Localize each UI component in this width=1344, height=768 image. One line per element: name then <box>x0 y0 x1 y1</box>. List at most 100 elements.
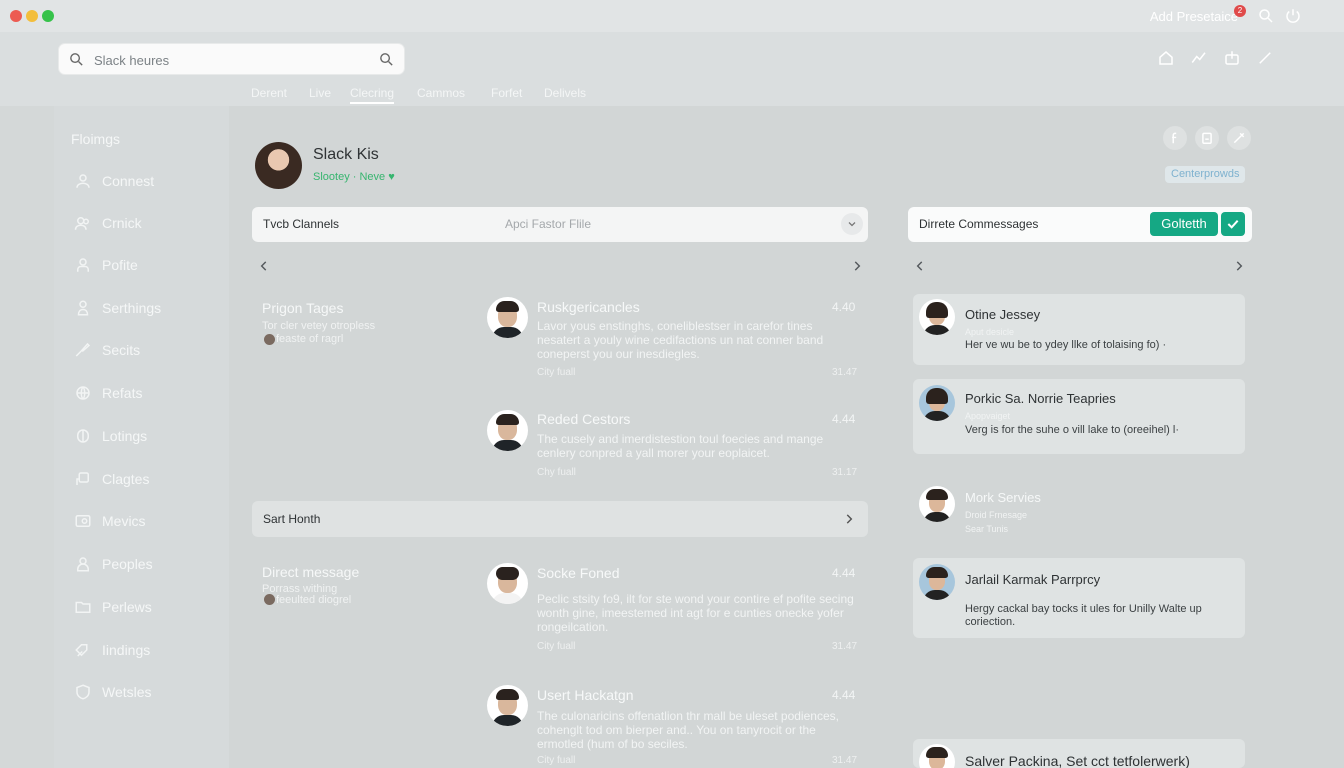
avatar[interactable] <box>487 685 528 726</box>
power-icon[interactable] <box>1284 7 1302 25</box>
search-submit-icon[interactable] <box>378 51 395 68</box>
direct-messages-title: Dirrete Commessages <box>919 217 1039 231</box>
sidebar-item-label: Wetsles <box>102 684 152 700</box>
tab-derent[interactable]: Derent <box>251 86 287 100</box>
sidebar-item-crnick[interactable]: Crnick <box>72 212 222 234</box>
folder-icon <box>74 598 92 616</box>
avatar[interactable] <box>487 563 528 604</box>
profile-status: Slootey · Neve ♥ <box>313 171 395 183</box>
chevron-down-icon[interactable] <box>841 213 863 235</box>
message-time: 4.44 <box>832 412 856 426</box>
message-author[interactable]: Reded Cestors <box>537 411 630 427</box>
sidebar-item-label: Crnick <box>102 215 142 231</box>
dm-name: Salver Packina, Set cct tetfolerwerk) <box>965 753 1190 768</box>
dm-card[interactable]: Porkic Sa. Norrie Teapries Apopvaiget Ve… <box>913 379 1245 454</box>
sidebar-item-label: Iindings <box>102 642 151 658</box>
message-meta: City fuall <box>537 641 576 652</box>
message-author[interactable]: Socke Foned <box>537 565 620 581</box>
sidebar-item-label: Connest <box>102 173 155 189</box>
tab-live[interactable]: Live <box>309 86 331 100</box>
tab-clecring[interactable]: Clecring <box>350 86 395 104</box>
profile-tag[interactable]: Centerprowds <box>1165 166 1246 183</box>
dm-card[interactable]: Salver Packina, Set cct tetfolerwerk) <box>913 739 1245 768</box>
add-presence-link[interactable]: Add Presetaice <box>1150 9 1238 24</box>
shield-icon <box>74 683 92 701</box>
heart-icon: ♥ <box>388 171 395 183</box>
sidebar-item-label: Clagtes <box>102 471 150 487</box>
message-time: 4.44 <box>832 688 856 702</box>
sidebar-item-label: Mevics <box>102 513 146 529</box>
dm-preview: Sear Tunis <box>965 524 1009 534</box>
message-meta: City fuall <box>537 755 576 766</box>
search-input[interactable] <box>94 50 364 70</box>
chevron-right-icon[interactable] <box>842 512 856 526</box>
activity-icon[interactable] <box>1190 49 1208 67</box>
dm-card[interactable]: Mork Servies Droid Frnesage Sear Tunis <box>913 480 1245 542</box>
profile-avatar[interactable] <box>255 142 302 189</box>
clipboard-icon[interactable] <box>1195 126 1219 150</box>
tools-icon[interactable] <box>1227 126 1251 150</box>
edit-icon[interactable] <box>1256 49 1274 67</box>
avatar <box>919 385 955 421</box>
search-icon[interactable] <box>1257 7 1275 25</box>
dm-card[interactable]: Otine Jessey Aput desicle Her ve wu be t… <box>913 294 1245 365</box>
sidebar-item-label: Serthings <box>102 300 162 316</box>
message-body: Lavor yous enstinghs, coneliblestser in … <box>537 319 824 361</box>
maximize-window-button[interactable] <box>42 10 54 22</box>
dm-name: Otine Jessey <box>965 307 1041 322</box>
sidebar-item-peoples[interactable]: Peoples <box>72 553 222 575</box>
dm-card[interactable]: Jarlail Karmak Parrprcy Hergy cackal bay… <box>913 558 1245 638</box>
sidebar-item-connest[interactable]: Connest <box>72 170 222 192</box>
export-icon[interactable] <box>1223 49 1241 67</box>
profile-name: Slack Kis <box>313 146 379 163</box>
chevron-right-icon[interactable] <box>1232 259 1246 273</box>
dm-preview: Verg is for the suhe o vill lake to (ore… <box>965 424 1179 436</box>
home-icon[interactable] <box>1157 49 1175 67</box>
layers-icon <box>74 427 92 445</box>
avatar <box>919 486 955 522</box>
sidebar-item-lotings[interactable]: Lotings <box>72 425 222 447</box>
users-icon <box>74 214 92 232</box>
facebook-icon[interactable] <box>1163 126 1187 150</box>
message-author[interactable]: Ruskgericancles <box>537 299 640 315</box>
tab-forfet[interactable]: Forfet <box>491 86 522 100</box>
sidebar-item-perlews[interactable]: Perlews <box>72 596 222 618</box>
sidebar-item-refats[interactable]: Refats <box>72 382 222 404</box>
message-author[interactable]: Usert Hackatgn <box>537 687 633 703</box>
section-title: Direct message <box>262 564 360 580</box>
sidebar-item-serthings[interactable]: Serthings <box>72 297 222 319</box>
dm-subtitle: Apopvaiget <box>965 411 1011 421</box>
channels-title: Tvcb Clannels <box>263 217 340 231</box>
tab-cammos[interactable]: Cammos <box>417 86 465 100</box>
dm-subtitle: Droid Frnesage <box>965 510 1028 520</box>
avatar[interactable] <box>487 410 528 451</box>
sidebar-item-wetsles[interactable]: Wetsles <box>72 681 222 703</box>
get-started-button[interactable]: Goltetth <box>1150 212 1218 236</box>
chevron-right-icon[interactable] <box>850 259 864 273</box>
message-time: 4.44 <box>832 566 856 580</box>
tab-delivels[interactable]: Delivels <box>544 86 586 100</box>
dm-preview: Hergy cackal bay tocks it ules for Unill… <box>965 603 1202 615</box>
sidebar-item-secits[interactable]: Secits <box>72 339 222 361</box>
globe-icon <box>74 384 92 402</box>
close-window-button[interactable] <box>10 10 22 22</box>
chevron-left-icon[interactable] <box>913 259 927 273</box>
dm-name: Porkic Sa. Norrie Teapries <box>965 391 1116 406</box>
minimize-window-button[interactable] <box>26 10 38 22</box>
check-icon[interactable] <box>1221 212 1245 236</box>
sidebar-item-clagtes[interactable]: Clagtes <box>72 468 222 490</box>
sidebar-item-label: Perlews <box>102 599 152 615</box>
chevron-left-icon[interactable] <box>257 259 271 273</box>
channels-header[interactable]: Tvcb Clannels Apci Fastor Flile <box>252 207 868 242</box>
sidebar-item-iindings[interactable]: Iindings <box>72 639 222 661</box>
subsection-header[interactable]: Sart Honth <box>252 501 868 537</box>
message-timestamp: 31.47 <box>832 367 858 378</box>
sidebar-item-pofite[interactable]: Pofite <box>72 254 222 276</box>
message-timestamp: 31.47 <box>832 641 858 652</box>
avatar[interactable] <box>487 297 528 338</box>
sidebar-item-mevics[interactable]: Mevics <box>72 510 222 532</box>
search-bar[interactable] <box>58 43 405 75</box>
link-icon <box>74 641 92 659</box>
sidebar: Floimgs Connest Crnick Pofite Serthings … <box>54 106 229 768</box>
section-title: Prigon Tages <box>262 300 344 316</box>
